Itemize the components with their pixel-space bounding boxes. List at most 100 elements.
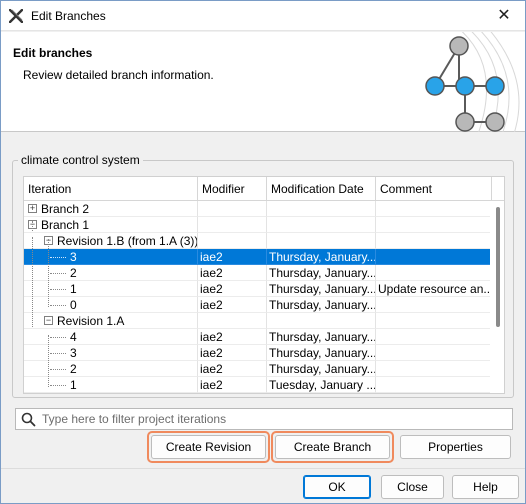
table-row[interactable]: 2 iae2 Thursday, January... [24, 361, 492, 377]
cell-date [267, 201, 376, 217]
cell-modifier [198, 233, 267, 249]
node-gray-top [449, 36, 469, 56]
title-bar: Edit Branches ✕ [1, 1, 525, 31]
cell-modifier: iae2 [198, 281, 267, 297]
cell-comment [376, 329, 492, 345]
tree-connector [50, 385, 66, 386]
window-title: Edit Branches [31, 9, 106, 23]
cell-comment [376, 249, 492, 265]
cell-modifier [198, 313, 267, 329]
cell-comment [376, 201, 492, 217]
iteration-label: 3 [70, 346, 77, 360]
close-window-icon[interactable]: ✕ [495, 7, 513, 25]
tree-connector [50, 289, 66, 290]
cell-date [267, 313, 376, 329]
cell-iteration: + Branch 2 [24, 201, 198, 217]
cell-date: Thursday, January... [267, 329, 376, 345]
cell-date [267, 217, 376, 233]
cell-comment [376, 313, 492, 329]
iteration-label: 1 [70, 378, 77, 392]
tree-guide-line [48, 239, 49, 307]
cell-iteration: 3 [24, 249, 198, 265]
cell-modifier: iae2 [198, 361, 267, 377]
filter-input[interactable] [40, 410, 508, 428]
iteration-label: 3 [70, 250, 77, 264]
help-button[interactable]: Help [452, 475, 519, 499]
branch-graph-icon [425, 32, 520, 132]
cell-modifier: iae2 [198, 329, 267, 345]
table-row[interactable]: 2 iae2 Thursday, January... [24, 265, 492, 281]
node-gray-bottom-right [485, 112, 505, 132]
table-row[interactable]: 1 iae2 Thursday, January... Update resource… [24, 281, 492, 297]
ok-button[interactable]: OK [303, 475, 371, 499]
edit-branches-dialog: Edit Branches ✕ Edit branches Review det… [0, 0, 526, 504]
create-branch-button[interactable]: Create Branch [275, 435, 390, 459]
tree-connector [50, 337, 66, 338]
iteration-label: Revision 1.B (from 1.A (3)) [57, 234, 198, 248]
table-row[interactable]: + Branch 2 [24, 201, 492, 217]
column-header-comment[interactable]: Comment [376, 177, 492, 201]
tree-connector [50, 273, 66, 274]
table-row[interactable]: 3 iae2 Thursday, January... [24, 249, 492, 265]
cell-date: Thursday, January... [267, 265, 376, 281]
column-header-modification-date[interactable]: Modification Date [267, 177, 376, 201]
cell-iteration: − Revision 1.B (from 1.A (3)) [24, 233, 198, 249]
scrollbar-thumb[interactable] [496, 207, 500, 327]
cell-modifier [198, 201, 267, 217]
cell-iteration: 2 [24, 265, 198, 281]
cell-modifier: iae2 [198, 265, 267, 281]
close-button[interactable]: Close [381, 475, 444, 499]
table-row[interactable]: − Revision 1.A [24, 313, 492, 329]
cell-modifier: iae2 [198, 249, 267, 265]
cell-iteration: − Revision 1.A [24, 313, 198, 329]
cell-comment: Update resource an... [376, 281, 492, 297]
cell-date [267, 233, 376, 249]
table-row[interactable]: 4 iae2 Thursday, January... [24, 329, 492, 345]
cell-date: Thursday, January... [267, 297, 376, 313]
cell-modifier [198, 217, 267, 233]
group-legend: climate control system [18, 153, 143, 167]
column-header-iteration[interactable]: Iteration [24, 177, 198, 201]
magicdraw-x-icon [9, 9, 23, 23]
iteration-label: 0 [70, 298, 77, 312]
iterations-table[interactable]: Iteration Modifier Modification Date Com… [23, 176, 505, 394]
dialog-header: Edit branches Review detailed branch inf… [1, 32, 525, 132]
node-gray-bottom-left [455, 112, 475, 132]
cell-modifier: iae2 [198, 297, 267, 313]
node-blue-right [485, 76, 505, 96]
tree-connector [50, 353, 66, 354]
table-row[interactable]: 1 iae2 Tuesday, January ... [24, 377, 492, 393]
cell-comment [376, 361, 492, 377]
table-row[interactable]: 3 iae2 Thursday, January... [24, 345, 492, 361]
tree-connector [50, 369, 66, 370]
properties-button[interactable]: Properties [400, 435, 511, 459]
cell-date: Thursday, January... [267, 345, 376, 361]
table-row[interactable]: − Revision 1.B (from 1.A (3)) [24, 233, 492, 249]
collapse-icon[interactable]: − [44, 316, 53, 325]
create-revision-button[interactable]: Create Revision [151, 435, 266, 459]
search-icon [21, 412, 36, 427]
node-blue-mid [455, 76, 475, 96]
cell-iteration: − Branch 1 [24, 217, 198, 233]
expand-icon[interactable]: + [28, 204, 37, 213]
table-row[interactable]: − Branch 1 [24, 217, 492, 233]
cell-comment [376, 217, 492, 233]
table-header: Iteration Modifier Modification Date Com… [24, 177, 504, 201]
cell-modifier: iae2 [198, 345, 267, 361]
cell-date: Tuesday, January ... [267, 377, 376, 393]
iteration-label: Branch 1 [41, 218, 90, 232]
tree-guide-line [32, 237, 33, 327]
tree-guide-line [48, 335, 49, 387]
tree-guide-line [32, 221, 33, 231]
table-row[interactable]: 0 iae2 Thursday, January... [24, 297, 492, 313]
cell-comment [376, 265, 492, 281]
node-blue-left [425, 76, 445, 96]
cell-iteration: 3 [24, 345, 198, 361]
iteration-label: 2 [70, 266, 77, 280]
cell-date: Thursday, January... [267, 361, 376, 377]
column-header-modifier[interactable]: Modifier [198, 177, 267, 201]
iteration-label: Revision 1.A [57, 314, 125, 328]
filter-box[interactable] [15, 408, 513, 430]
cell-iteration: 1 [24, 377, 198, 393]
footer-divider [1, 468, 525, 469]
